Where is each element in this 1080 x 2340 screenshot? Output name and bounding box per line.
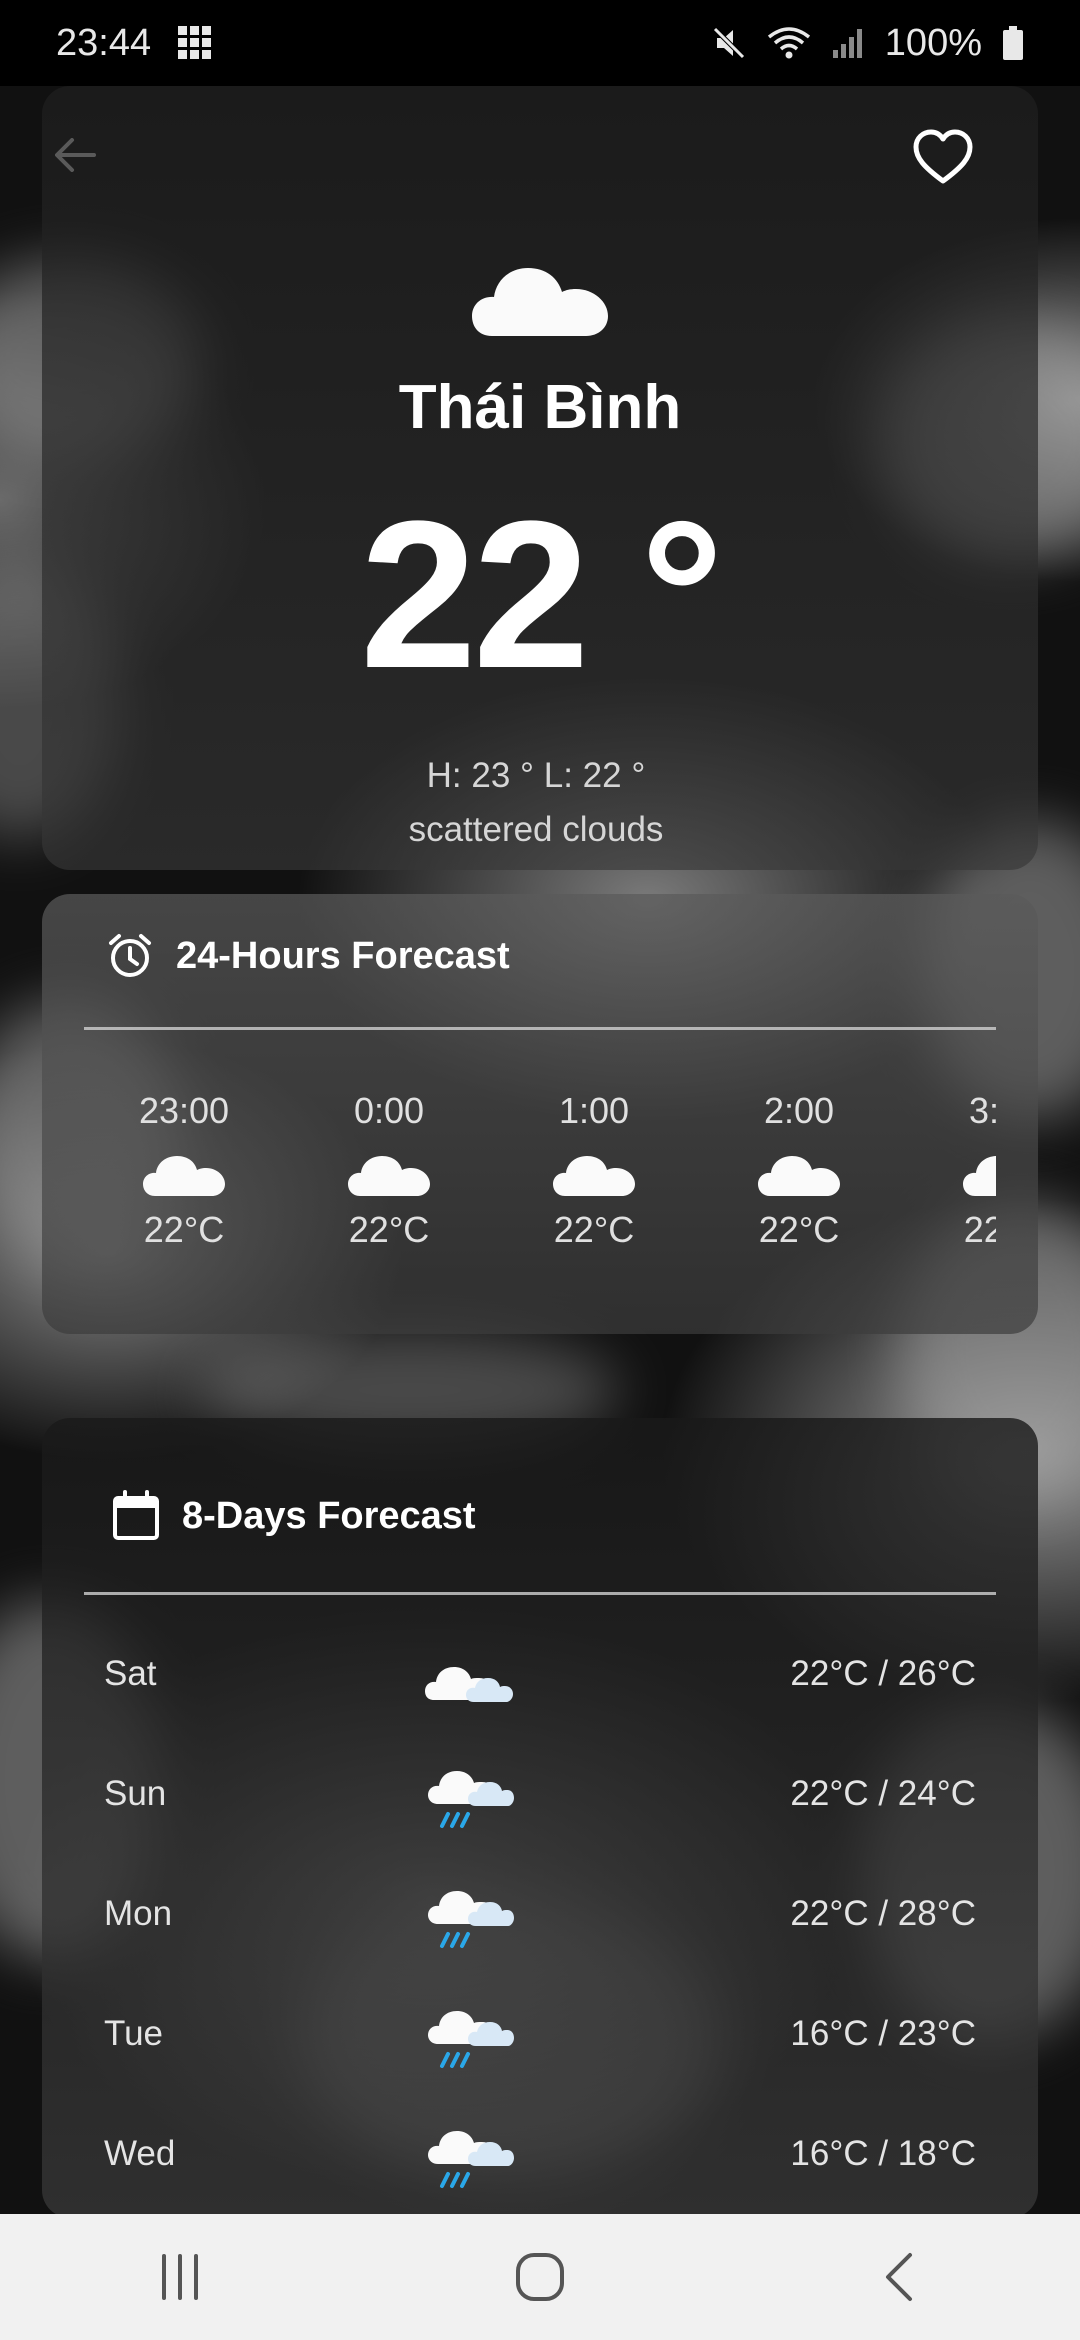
hour-time: 23:00 (138, 1090, 230, 1131)
cloud-icon (348, 1156, 430, 1196)
hour-time: 3:00 (968, 1090, 996, 1131)
hour-temp: 22°C (143, 1209, 225, 1250)
day-temp-range: 16°C / 18°C (790, 2134, 976, 2173)
recents-button[interactable] (120, 2237, 240, 2317)
hour-item: 0:00 22°C (289, 1090, 489, 1251)
daily-forecast-header: 8-Days Forecast (112, 1490, 476, 1542)
rain-cloud-icon (428, 1891, 514, 1948)
day-name: Sat (104, 1654, 157, 1693)
home-icon (516, 2253, 564, 2301)
alarm-clock-icon (109, 934, 151, 977)
day-row[interactable]: Tue 16°C / 23°C (104, 2000, 976, 2070)
day-row[interactable]: Sat 22°C / 26°C (104, 1640, 976, 1710)
signal-icon (832, 29, 862, 58)
day-name: Wed (104, 2134, 176, 2173)
battery-icon (1003, 26, 1023, 60)
system-navigation-bar (0, 2214, 1080, 2340)
day-name: Sun (104, 1774, 167, 1813)
hour-item: 2:00 22°C (699, 1090, 899, 1251)
daily-forecast-title: 8-Days Forecast (182, 1494, 476, 1537)
hour-temp: 22°C (348, 1209, 430, 1250)
hourly-forecast-header: 24-Hours Forecast (106, 932, 510, 980)
weather-description: scattered clouds (408, 810, 664, 849)
cloud-icon (963, 1156, 996, 1196)
current-temperature: 22 ° (360, 477, 724, 712)
heart-outline-icon[interactable] (912, 128, 974, 186)
hour-time: 2:00 (763, 1090, 835, 1131)
wifi-icon (767, 27, 810, 59)
day-temp-range: 16°C / 23°C (790, 2014, 976, 2053)
cloud-icon (472, 268, 608, 336)
daily-divider (84, 1592, 996, 1595)
grid-icon (178, 26, 212, 59)
city-name: Thái Bình (398, 373, 682, 442)
day-name: Mon (104, 1894, 173, 1933)
back-button[interactable] (840, 2237, 960, 2317)
hourly-scroll-list[interactable]: 23:00 22°C 0:00 22°C 1:00 22°C 2:00 22°C… (84, 1090, 996, 1280)
day-name: Tue (104, 2014, 164, 2053)
day-temp-range: 22°C / 26°C (790, 1654, 976, 1693)
rain-cloud-icon (428, 2011, 514, 2068)
hour-temp: 22°C (758, 1209, 840, 1250)
rain-cloud-icon (428, 2131, 514, 2188)
hour-time: 0:00 (353, 1090, 425, 1131)
cloud-icon (758, 1156, 840, 1196)
cloud-icon (553, 1156, 635, 1196)
hour-temp: 22°C (553, 1209, 635, 1250)
cloudy-icon (425, 1667, 513, 1702)
status-time: 23:44 (56, 21, 152, 64)
hour-item: 3:00 22°C (904, 1090, 996, 1251)
hourly-forecast-title: 24-Hours Forecast (176, 934, 510, 977)
recents-icon (162, 2254, 198, 2300)
hourly-divider (84, 1027, 996, 1030)
day-row[interactable]: Wed 16°C / 18°C (104, 2120, 976, 2190)
rain-cloud-icon (428, 1771, 514, 1828)
calendar-icon (113, 1490, 159, 1540)
hour-item: 1:00 22°C (494, 1090, 694, 1251)
day-temp-range: 22°C / 24°C (790, 1774, 976, 1813)
day-temp-range: 22°C / 28°C (790, 1894, 976, 1933)
day-row[interactable]: Mon 22°C / 28°C (104, 1880, 976, 1950)
arrow-left-icon[interactable] (50, 130, 100, 180)
high-low-temperature: H: 23 ° L: 22 ° (426, 756, 646, 795)
hour-item: 23:00 22°C (84, 1090, 284, 1251)
back-icon (886, 2253, 912, 2301)
hour-temp: 22°C (963, 1209, 996, 1250)
day-row[interactable]: Sun 22°C / 24°C (104, 1760, 976, 1830)
home-button[interactable] (480, 2237, 600, 2317)
battery-percent: 100% (884, 21, 982, 64)
status-bar: 23:44 100% (0, 0, 1080, 86)
hour-time: 1:00 (558, 1090, 630, 1131)
mute-icon (713, 27, 745, 59)
cloud-icon (143, 1156, 225, 1196)
